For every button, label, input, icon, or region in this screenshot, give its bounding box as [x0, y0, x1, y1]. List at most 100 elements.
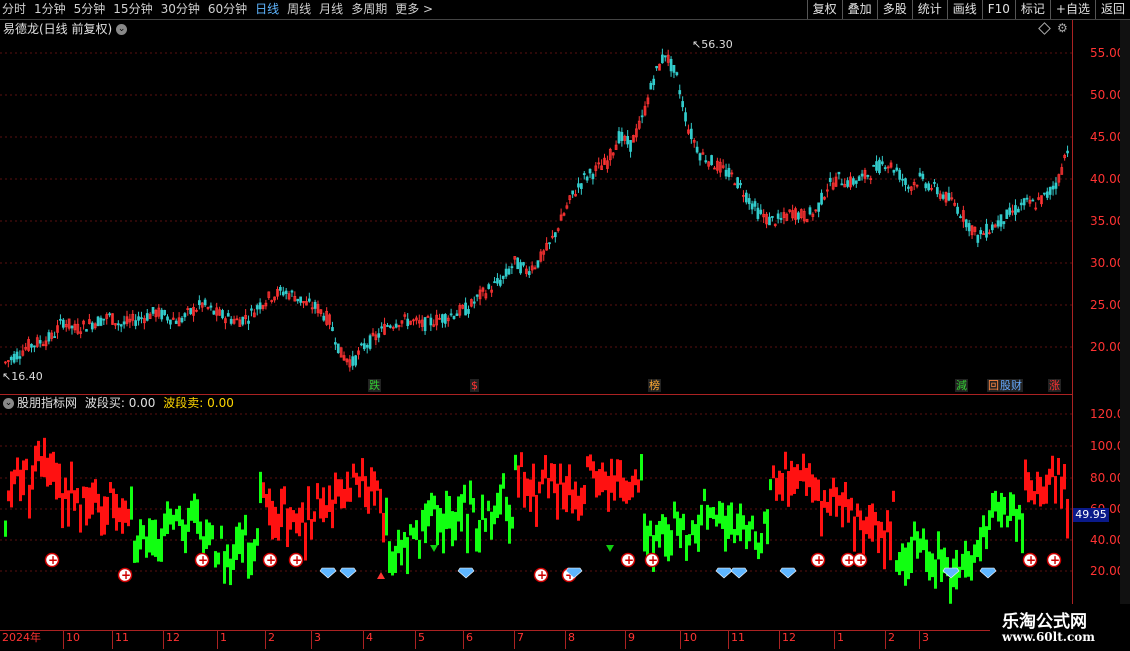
- candle-body: [386, 325, 389, 327]
- indicator-bar: [628, 481, 631, 501]
- candle-body: [299, 296, 302, 303]
- indicator-bar: [325, 505, 328, 518]
- candle-body: [710, 155, 713, 166]
- candle-body: [1005, 209, 1009, 219]
- indicator-bar: [553, 463, 556, 494]
- candle-body: [591, 173, 595, 180]
- candle-body: [12, 353, 16, 363]
- candle-body: [163, 309, 166, 316]
- candle-body: [467, 309, 470, 314]
- indicator-bar: [757, 542, 760, 560]
- indicator-bar: [703, 488, 706, 502]
- candle-body: [1066, 150, 1069, 154]
- indicator-bar: [772, 465, 775, 479]
- candle-body: [921, 173, 925, 180]
- indicator-bar: [472, 498, 475, 513]
- indicator-bar: [1060, 476, 1063, 509]
- event-marker[interactable]: $: [470, 379, 479, 392]
- indicator-bar: [838, 495, 841, 506]
- indicator-bar: [691, 520, 694, 536]
- indicator-bar: [292, 510, 295, 523]
- indicator-bar: [958, 566, 961, 578]
- indicator-bar: [379, 488, 382, 514]
- candle-body: [857, 176, 861, 181]
- indicator-bar: [646, 525, 649, 556]
- indicator-bar: [967, 551, 970, 577]
- candle-body: [878, 159, 881, 174]
- indicator-bar: [418, 539, 421, 559]
- time-tick: 5: [418, 631, 425, 644]
- indicator-bar: [766, 509, 769, 545]
- indicator-bar: [37, 440, 40, 462]
- indicator-bar: [178, 505, 181, 527]
- indicator-bar: [655, 524, 658, 542]
- candle-body: [582, 173, 586, 175]
- indicator-bar: [34, 445, 37, 472]
- indicator-bar: [130, 486, 133, 520]
- candle-body: [429, 317, 433, 326]
- candle-body: [389, 325, 392, 328]
- event-marker[interactable]: 減: [955, 379, 968, 392]
- candle-body: [85, 329, 88, 332]
- indicator-bar: [799, 470, 802, 482]
- candle-body: [15, 351, 19, 360]
- right-scroll-strip[interactable]: [1120, 20, 1130, 630]
- plus-glyph: +: [1026, 553, 1036, 567]
- indicator-bar: [319, 498, 322, 519]
- time-tick: 1: [220, 631, 227, 644]
- candle-body: [846, 180, 849, 187]
- indicator-bar: [1018, 504, 1021, 520]
- time-tick-line: [311, 631, 312, 649]
- time-tick-line: [363, 631, 364, 649]
- indicator-bar: [340, 479, 343, 509]
- candle-body: [678, 90, 682, 95]
- candle-body: [776, 213, 780, 219]
- candle-body: [756, 207, 760, 219]
- candle-body: [140, 317, 143, 320]
- indicator-bar: [295, 513, 298, 534]
- event-marker[interactable]: 财: [1010, 379, 1023, 392]
- candle-body: [964, 219, 968, 228]
- candle-body: [854, 180, 858, 184]
- event-marker[interactable]: 跌: [368, 379, 381, 392]
- candle-body: [449, 313, 453, 316]
- event-marker[interactable]: 涨: [1048, 379, 1061, 392]
- candle-body: [151, 307, 155, 314]
- indicator-bar: [421, 509, 424, 532]
- plus-glyph: +: [648, 553, 658, 567]
- candle-body: [744, 192, 748, 203]
- indicator-bar: [676, 511, 679, 536]
- indicator-bar: [376, 480, 379, 491]
- indicator-bar: [487, 500, 490, 512]
- indicator-bar: [727, 505, 730, 539]
- indicator-bar: [154, 519, 157, 557]
- indicator-bar: [1021, 513, 1024, 554]
- indicator-bar: [463, 484, 466, 503]
- indicator-bar: [322, 487, 325, 523]
- candle-body: [999, 214, 1003, 227]
- diamond-marker: [979, 567, 997, 579]
- indicator-bar: [337, 479, 340, 497]
- indicator-bar: [826, 501, 829, 513]
- candle-body: [652, 78, 656, 86]
- time-axis: [0, 630, 1072, 651]
- indicator-bar: [1045, 474, 1048, 504]
- indicator-bar: [562, 482, 565, 510]
- indicator-bar: [514, 454, 517, 471]
- indicator-bar: [805, 467, 808, 496]
- candle-body: [1048, 186, 1052, 195]
- indicator-bar: [124, 500, 127, 523]
- indicator-bar: [994, 490, 997, 512]
- indicator-bar: [778, 470, 781, 495]
- indicator-dropdown-icon[interactable]: ⌄: [3, 398, 14, 409]
- indicator-bar: [10, 471, 13, 508]
- indicator-bar: [148, 518, 151, 553]
- watermark-logo: 乐淘公式网 www.60lt.com: [990, 604, 1130, 650]
- indicator-bar: [625, 480, 628, 504]
- indicator-bar: [496, 492, 499, 519]
- event-marker[interactable]: 榜: [648, 379, 661, 392]
- candle-body: [354, 355, 357, 366]
- candlestick-chart[interactable]: +++ + ++ ++ + + + + + +: [0, 0, 1072, 630]
- toolbar-button-8[interactable]: 返回: [1094, 0, 1130, 19]
- indicator-bar: [706, 504, 709, 530]
